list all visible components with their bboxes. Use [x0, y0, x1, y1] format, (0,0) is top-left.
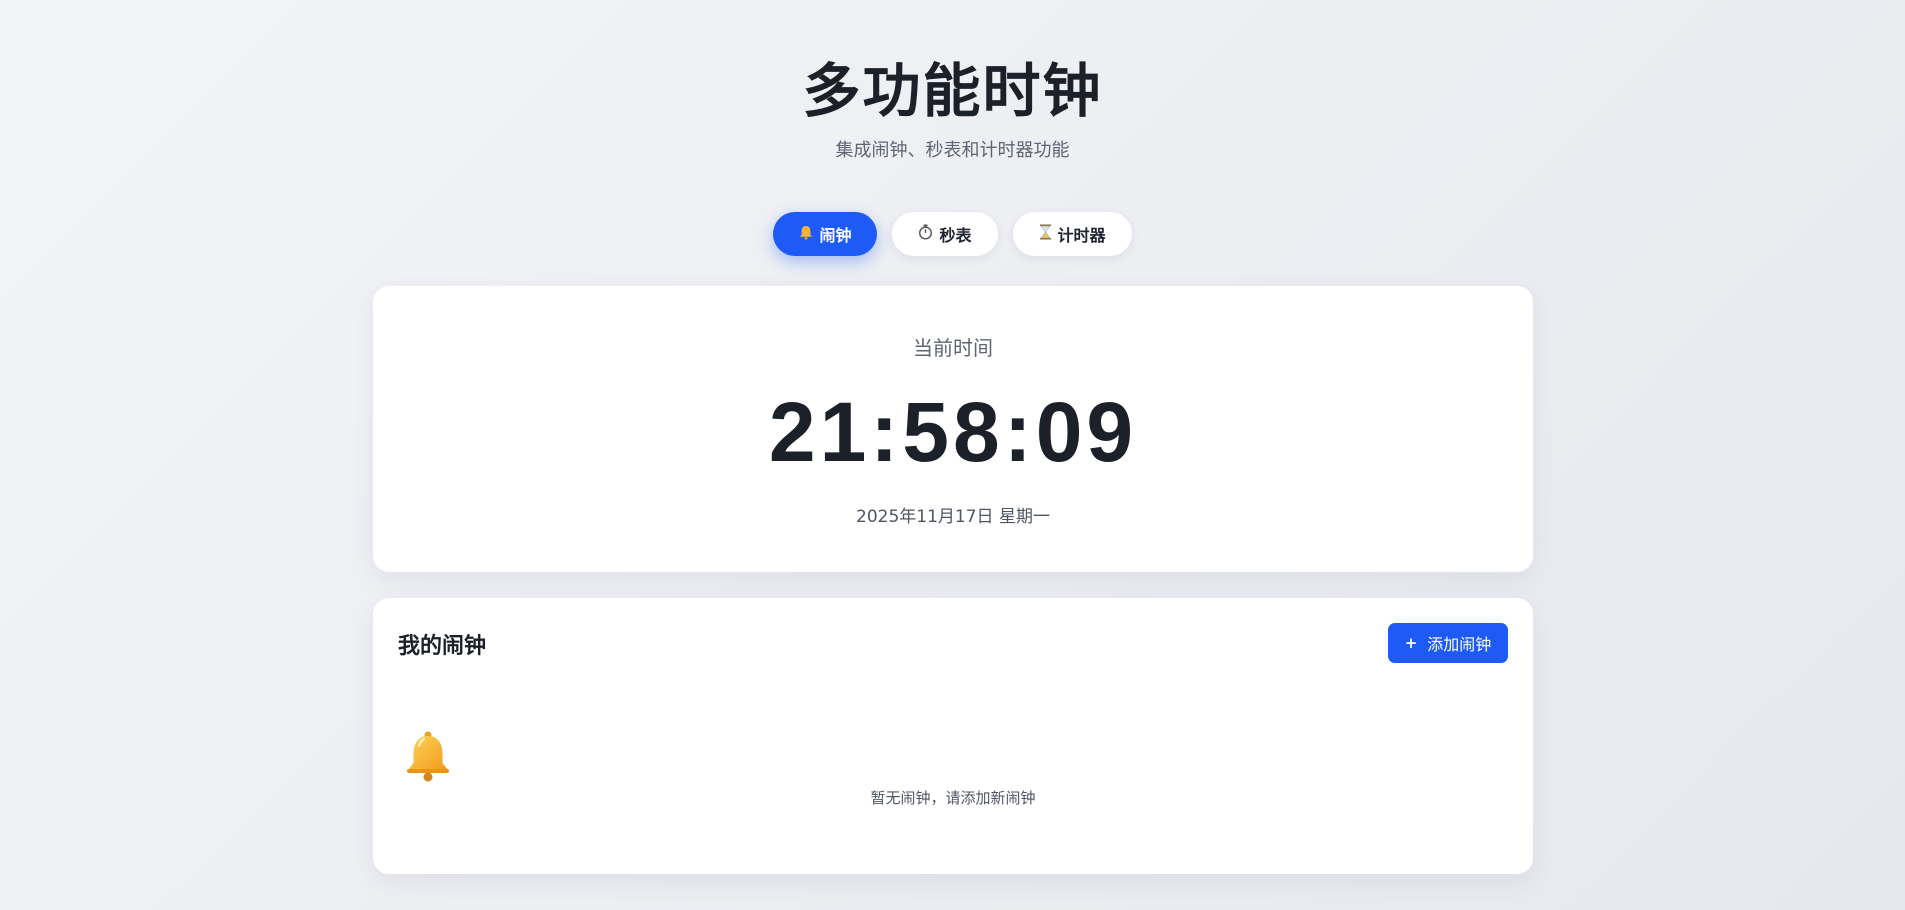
- plus-icon: +: [1404, 634, 1418, 652]
- hourglass-icon: [1039, 224, 1052, 244]
- alarms-title: 我的闹钟: [398, 634, 487, 659]
- empty-alarms-text: 暂无闹钟，请添加新闹钟: [870, 789, 1036, 807]
- mode-tabs: 闹钟 秒表 计时器: [0, 212, 1905, 256]
- tab-stopwatch-label: 秒表: [939, 226, 972, 245]
- page-title: 多功能时钟: [802, 57, 1103, 125]
- add-alarm-button[interactable]: + 添加闹钟: [1388, 623, 1508, 663]
- bell-icon: [799, 225, 813, 244]
- current-date: 2025年11月17日 星期一: [856, 507, 1050, 527]
- current-time-display: 21:58:09: [768, 385, 1138, 479]
- current-time-label: 当前时间: [913, 336, 993, 360]
- tab-timer[interactable]: 计时器: [1012, 212, 1132, 256]
- tab-timer-label: 计时器: [1057, 226, 1106, 245]
- page-subtitle: 集成闹钟、秒表和计时器功能: [835, 140, 1070, 161]
- current-time-card: 当前时间 21:58:09 2025年11月17日 星期一: [373, 286, 1533, 572]
- tab-alarm[interactable]: 闹钟: [773, 212, 878, 256]
- bell-icon: [403, 730, 453, 782]
- alarms-card: 我的闹钟 + 添加闹钟 暂无闹钟，请添加新闹钟: [373, 598, 1533, 874]
- stopwatch-icon: [918, 224, 933, 244]
- app-page: 多功能时钟 集成闹钟、秒表和计时器功能 闹钟 秒表 计时器 当前时间 21:58…: [0, 0, 1905, 910]
- add-alarm-label: 添加闹钟: [1427, 635, 1492, 654]
- tab-stopwatch[interactable]: 秒表: [892, 212, 998, 256]
- tab-alarm-label: 闹钟: [819, 226, 852, 245]
